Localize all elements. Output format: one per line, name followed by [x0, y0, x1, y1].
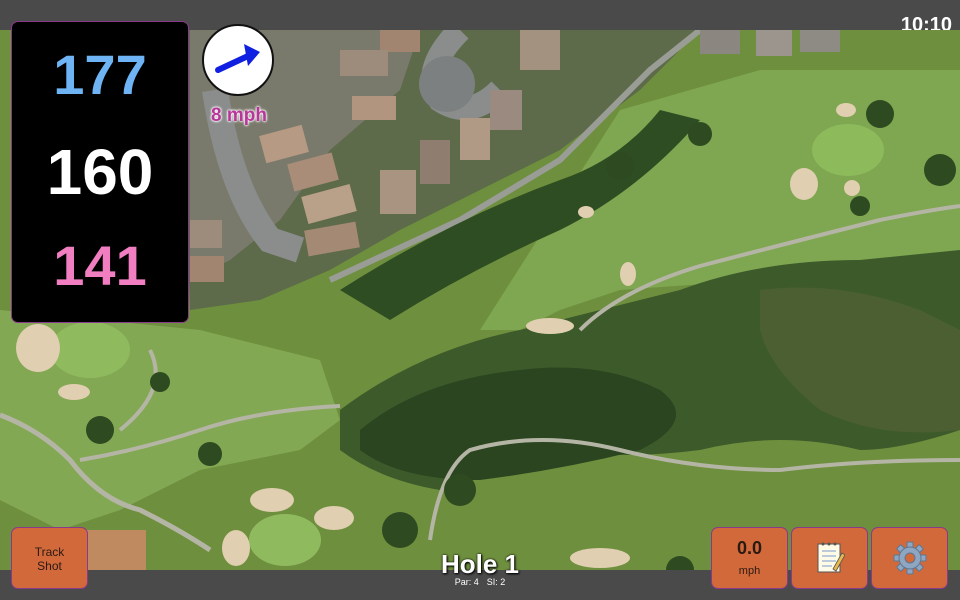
gear-icon — [893, 541, 926, 575]
notes-button[interactable] — [792, 528, 867, 588]
speed-button[interactable]: 0.0 mph — [712, 528, 787, 588]
par-label: Par: 4 — [454, 577, 479, 587]
track-shot-button[interactable]: Track Shot — [12, 528, 87, 588]
notepad-icon — [817, 542, 845, 573]
wind-indicator — [202, 24, 274, 96]
speed-value: 0.0 — [736, 538, 763, 558]
track-shot-label-line2: Shot — [37, 559, 62, 573]
hole-info: Par: 4 SI: 2 — [380, 577, 580, 587]
settings-button[interactable] — [872, 528, 947, 588]
speed-unit: mph — [738, 565, 761, 577]
stroke-index-label: SI: 2 — [486, 577, 506, 587]
middle-distance: 160 — [46, 136, 154, 208]
back-distance: 177 — [53, 43, 147, 106]
distance-panel: 177 160 141 — [12, 22, 188, 322]
hole-title: Hole 1 — [440, 549, 520, 579]
front-distance: 141 — [53, 234, 147, 297]
wind-arrow-icon — [215, 44, 260, 73]
track-shot-label-line1: Track — [34, 545, 65, 559]
wind-speed-label: 8 mph — [211, 105, 267, 126]
